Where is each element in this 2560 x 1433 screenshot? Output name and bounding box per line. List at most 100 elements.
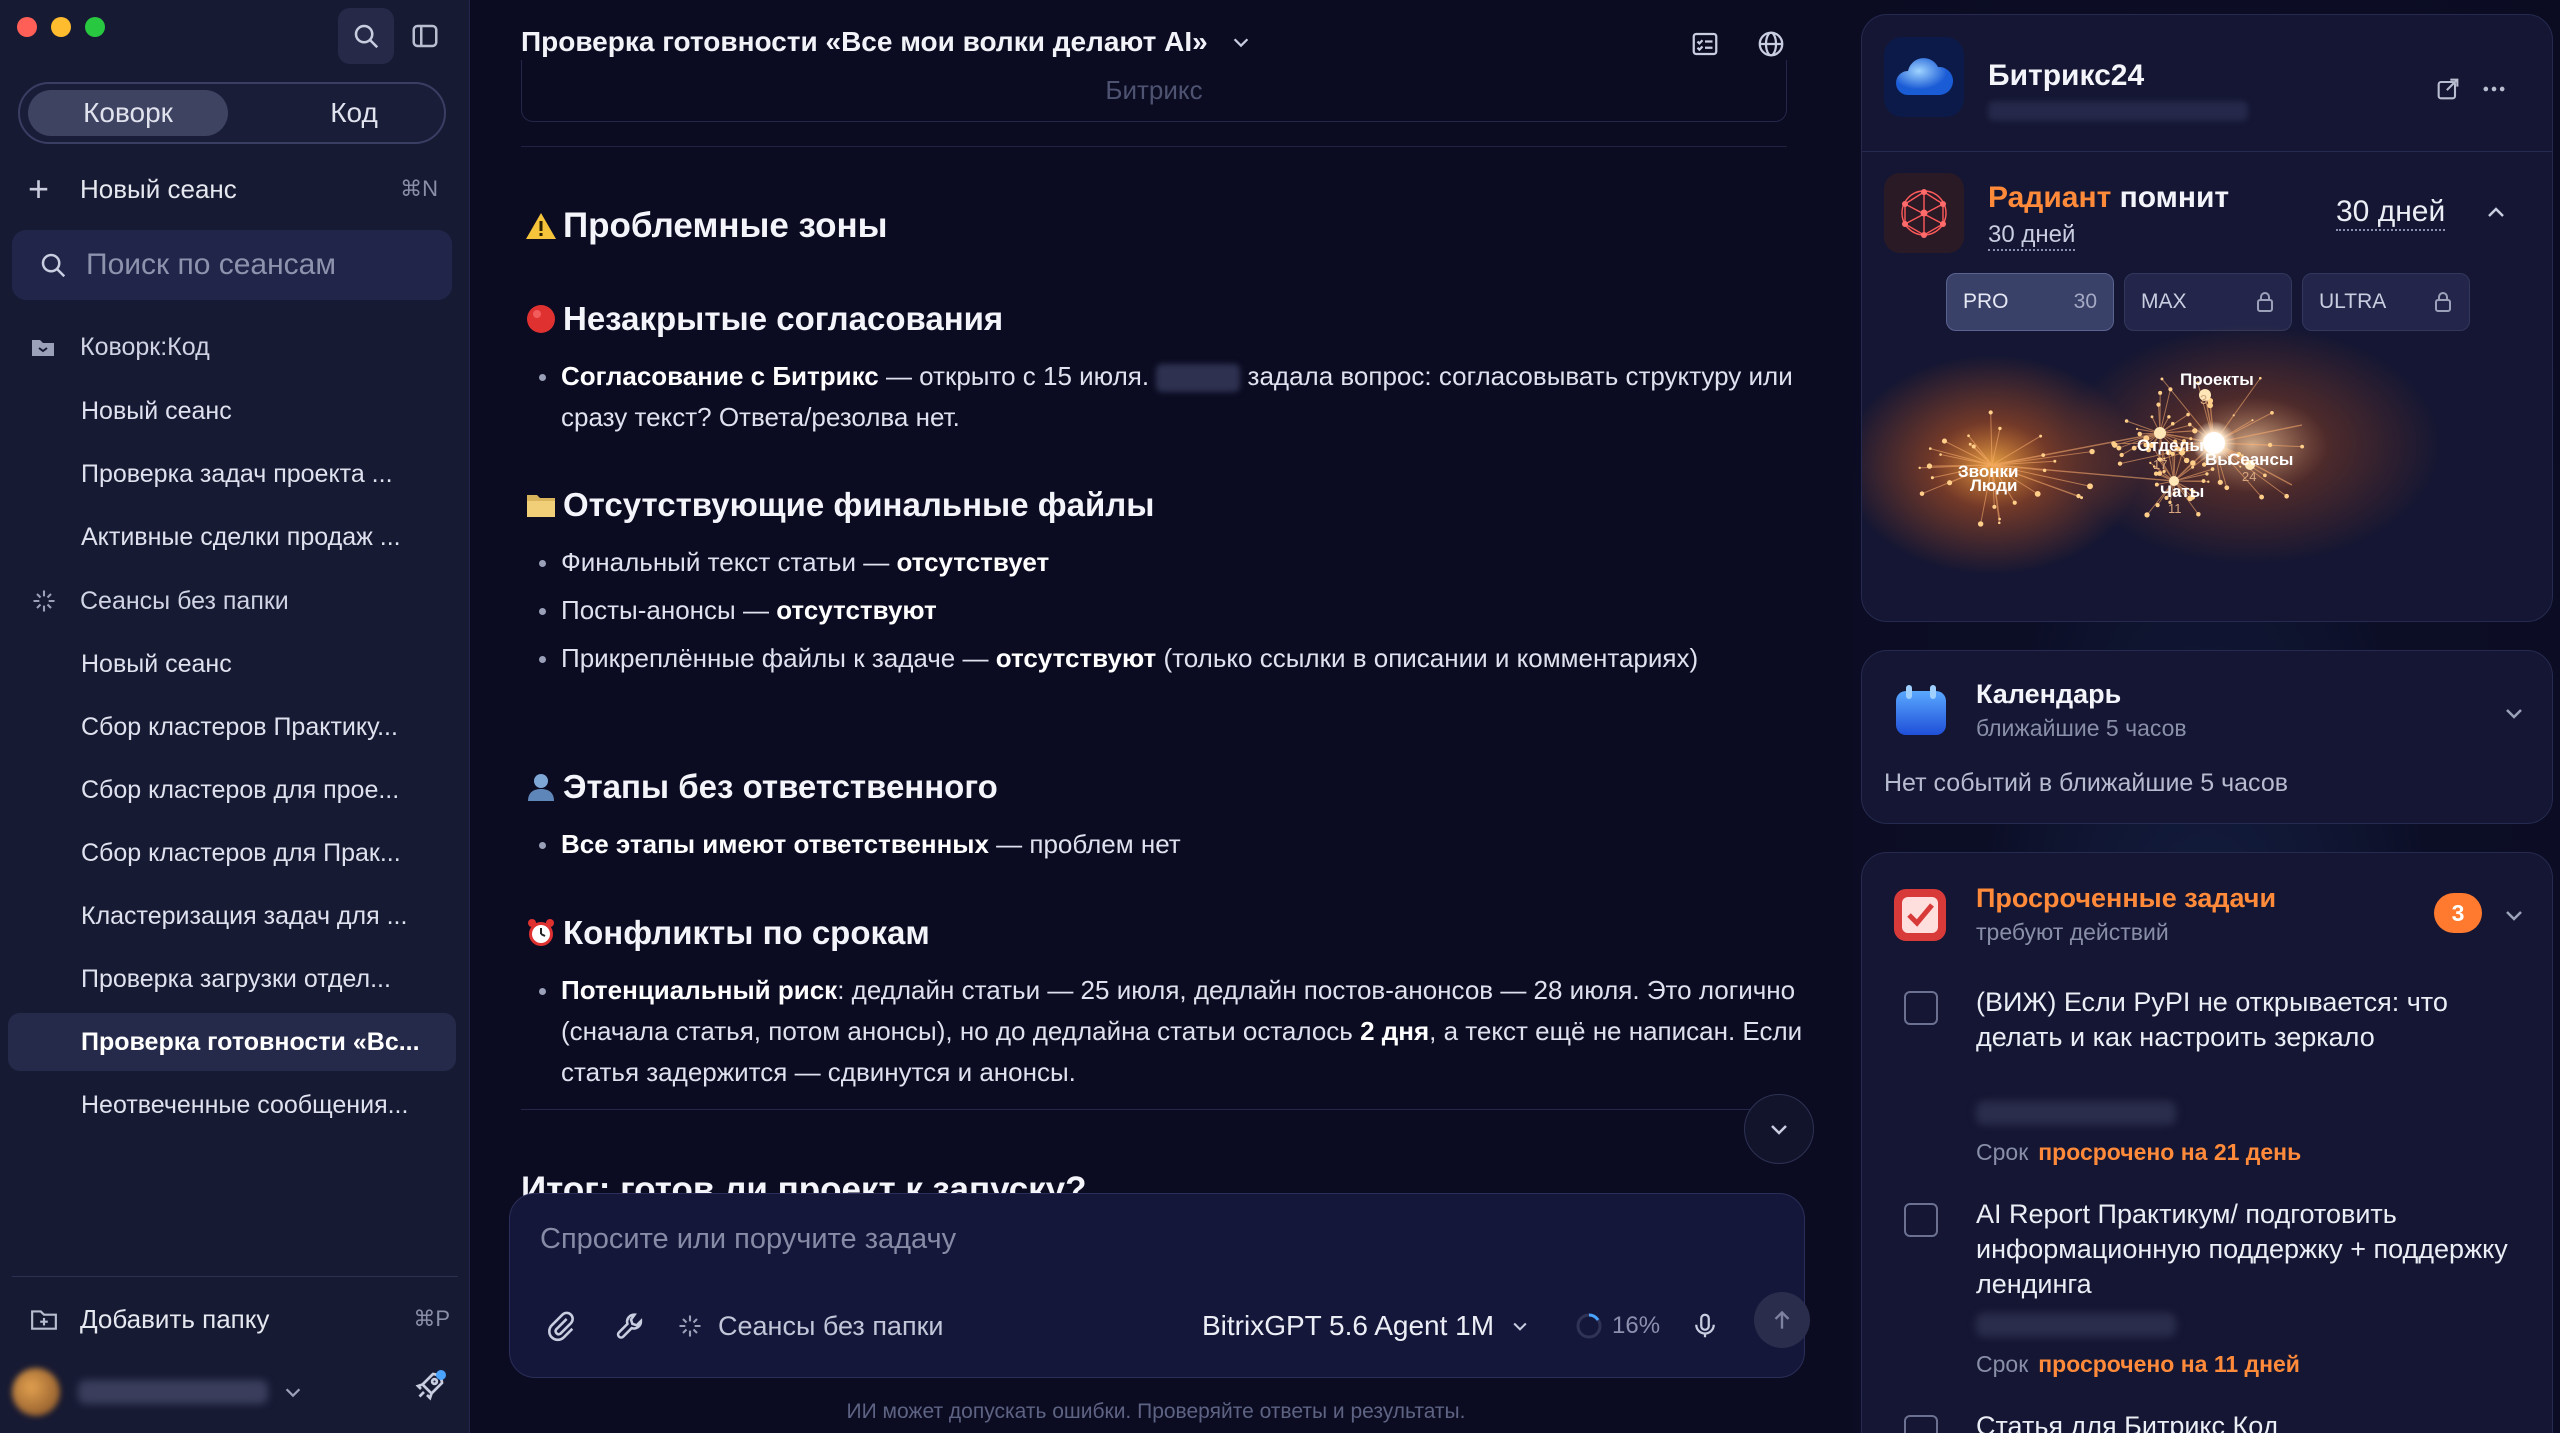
tools-button[interactable] bbox=[614, 1306, 648, 1346]
graph-particle bbox=[2150, 415, 2154, 419]
folder-no-folder[interactable]: Сеансы без папки bbox=[30, 578, 450, 624]
session-item[interactable]: Сбор кластеров для Прак... bbox=[8, 824, 456, 882]
window-zoom-button[interactable] bbox=[85, 17, 105, 37]
graph-particle bbox=[2168, 387, 2173, 392]
graph-particle bbox=[1988, 410, 1993, 415]
task-check-icon bbox=[1892, 887, 1948, 948]
sidebar-divider bbox=[12, 1276, 458, 1277]
sparkle-icon bbox=[30, 587, 80, 615]
task-title[interactable]: AI Report Практикум/ подготовить информа… bbox=[1976, 1197, 2516, 1302]
graph-particle bbox=[2156, 402, 2161, 407]
graph-particle bbox=[1926, 463, 1933, 469]
session-item[interactable]: Сбор кластеров для прое... bbox=[8, 761, 456, 819]
session-item-active[interactable]: Проверка готовности «Вс... bbox=[8, 1013, 456, 1071]
graph-particle bbox=[1971, 444, 1976, 449]
scroll-down-button[interactable] bbox=[1744, 1094, 1814, 1164]
user-menu[interactable] bbox=[12, 1362, 462, 1422]
task-checkbox[interactable] bbox=[1904, 991, 1938, 1025]
calendar-card[interactable]: Календарь ближайшие 5 часов Нет событий … bbox=[1861, 650, 2553, 824]
bitrix-card: Битрикс24 Радиант помнит 30 дней 30 дней… bbox=[1861, 14, 2553, 622]
rocket-button[interactable] bbox=[412, 1368, 448, 1409]
voice-input-button[interactable] bbox=[1690, 1306, 1720, 1346]
add-folder-button[interactable]: Добавить папку ⌘P bbox=[30, 1296, 450, 1342]
session-item[interactable]: Новый сеанс bbox=[8, 635, 456, 693]
mode-cowork-tab[interactable]: Коворк bbox=[28, 90, 228, 136]
graph-particle bbox=[2160, 377, 2164, 381]
subsection-heading: Незакрытые согласования bbox=[521, 300, 1003, 338]
prompt-input[interactable] bbox=[540, 1216, 1740, 1262]
graph-count-departments: 17 bbox=[2153, 457, 2167, 472]
chevron-down-icon bbox=[1513, 1322, 1527, 1331]
disclaimer: ИИ может допускать ошибки. Проверяйте от… bbox=[846, 1400, 1466, 1423]
window-close-button[interactable] bbox=[17, 17, 37, 37]
graph-particle bbox=[2144, 512, 2150, 518]
graph-particle bbox=[2155, 502, 2160, 508]
session-item[interactable]: Проверка задач проекта ... bbox=[8, 445, 456, 503]
list-item: Посты-анонсы — отсутствуют bbox=[539, 590, 1811, 631]
model-selector[interactable]: BitrixGPT 5.6 Agent 1M bbox=[1202, 1306, 1530, 1346]
attach-button[interactable] bbox=[544, 1306, 578, 1346]
toggle-sidebar-button[interactable] bbox=[397, 8, 453, 64]
open-external-button[interactable] bbox=[2434, 75, 2462, 108]
arrow-up-icon bbox=[1774, 1310, 1790, 1329]
graph-particle bbox=[1998, 426, 2002, 431]
task-checkbox[interactable] bbox=[1904, 1415, 1938, 1433]
folder-cowork-code[interactable]: Коворк:Код bbox=[30, 324, 450, 370]
task-list-button[interactable] bbox=[1685, 24, 1725, 64]
graph-particle bbox=[2267, 442, 2273, 448]
window-minimize-button[interactable] bbox=[51, 17, 71, 37]
task-title[interactable]: (ВИЖ) Если PyPI не открывается: что дела… bbox=[1976, 985, 2516, 1055]
session-item[interactable]: Неотвеченные сообщения... bbox=[8, 1076, 456, 1134]
session-folder-selector[interactable]: Сеансы без папки bbox=[676, 1306, 943, 1346]
new-session-button[interactable]: + Новый сеанс ⌘N bbox=[28, 166, 448, 212]
session-search-input[interactable] bbox=[86, 248, 446, 282]
send-button[interactable] bbox=[1754, 1292, 1810, 1348]
user-name-blurred bbox=[78, 1380, 268, 1404]
sidebar: Коворк Код + Новый сеанс ⌘N Коворк:Код Н… bbox=[0, 0, 470, 1433]
graph-particle bbox=[2154, 482, 2159, 487]
chat-title-menu[interactable]: Проверка готовности «Все мои волки делаю… bbox=[521, 26, 1252, 58]
graph-particle bbox=[2039, 434, 2043, 438]
radiant-period-selector[interactable]: 30 дней bbox=[2336, 195, 2446, 231]
more-options-button[interactable] bbox=[2480, 75, 2508, 108]
context-usage-indicator[interactable]: 16% bbox=[1574, 1306, 1660, 1346]
graph-count-chats: 11 bbox=[2168, 501, 2182, 516]
radiant-memory-days[interactable]: 30 дней bbox=[1988, 221, 2076, 251]
more-icon bbox=[2483, 86, 2505, 92]
session-item[interactable]: Новый сеанс bbox=[8, 382, 456, 440]
graph-particle bbox=[2186, 412, 2190, 417]
mode-code-tab[interactable]: Код bbox=[254, 90, 454, 136]
graph-particle bbox=[2041, 453, 2046, 457]
session-item[interactable]: Активные сделки продаж ... bbox=[8, 508, 456, 566]
overdue-count-badge: 3 bbox=[2434, 893, 2482, 933]
list-item: Согласование с Битрикс — открыто с 15 ию… bbox=[539, 356, 1811, 438]
chevron-up-icon bbox=[2488, 207, 2504, 217]
overdue-tasks-card: Просроченные задачи требуют действий 3 (… bbox=[1861, 852, 2553, 1433]
task-assignee-blurred bbox=[1976, 1313, 2176, 1337]
graph-label-departments: Отделы bbox=[2137, 436, 2204, 455]
graph-particle bbox=[2270, 410, 2274, 415]
expand-button[interactable] bbox=[2502, 903, 2526, 932]
session-item[interactable]: Кластеризация задач для ... bbox=[8, 887, 456, 945]
search-button[interactable] bbox=[338, 8, 394, 64]
task-checkbox[interactable] bbox=[1904, 1203, 1938, 1237]
graph-particle bbox=[2087, 483, 2093, 490]
expand-button[interactable] bbox=[2502, 701, 2526, 730]
graph-particle bbox=[2158, 390, 2163, 395]
avatar bbox=[12, 1368, 60, 1416]
web-access-button[interactable] bbox=[1751, 24, 1791, 64]
session-item[interactable]: Сбор кластеров Практику... bbox=[8, 698, 456, 756]
notification-dot bbox=[436, 1370, 446, 1380]
session-search[interactable] bbox=[12, 230, 452, 300]
graph-particle bbox=[2080, 496, 2083, 500]
collapse-button[interactable] bbox=[2484, 201, 2508, 230]
wrench-icon bbox=[616, 1313, 643, 1339]
session-item[interactable]: Проверка загрузки отдел... bbox=[8, 950, 456, 1008]
graph-label-projects: Проекты bbox=[2180, 370, 2254, 389]
calendar-empty-state: Нет событий в ближайшие 5 часов bbox=[1884, 769, 2289, 797]
graph-particle bbox=[2153, 471, 2159, 476]
checklist-icon bbox=[1692, 32, 1718, 56]
memory-graph[interactable]: Проекты 3 Отделы 17 Вы Сеансы 24 Звонки … bbox=[1862, 315, 2553, 615]
task-title[interactable]: Статья для Битрикс Код bbox=[1976, 1409, 2516, 1433]
graph-particle bbox=[2135, 427, 2139, 431]
